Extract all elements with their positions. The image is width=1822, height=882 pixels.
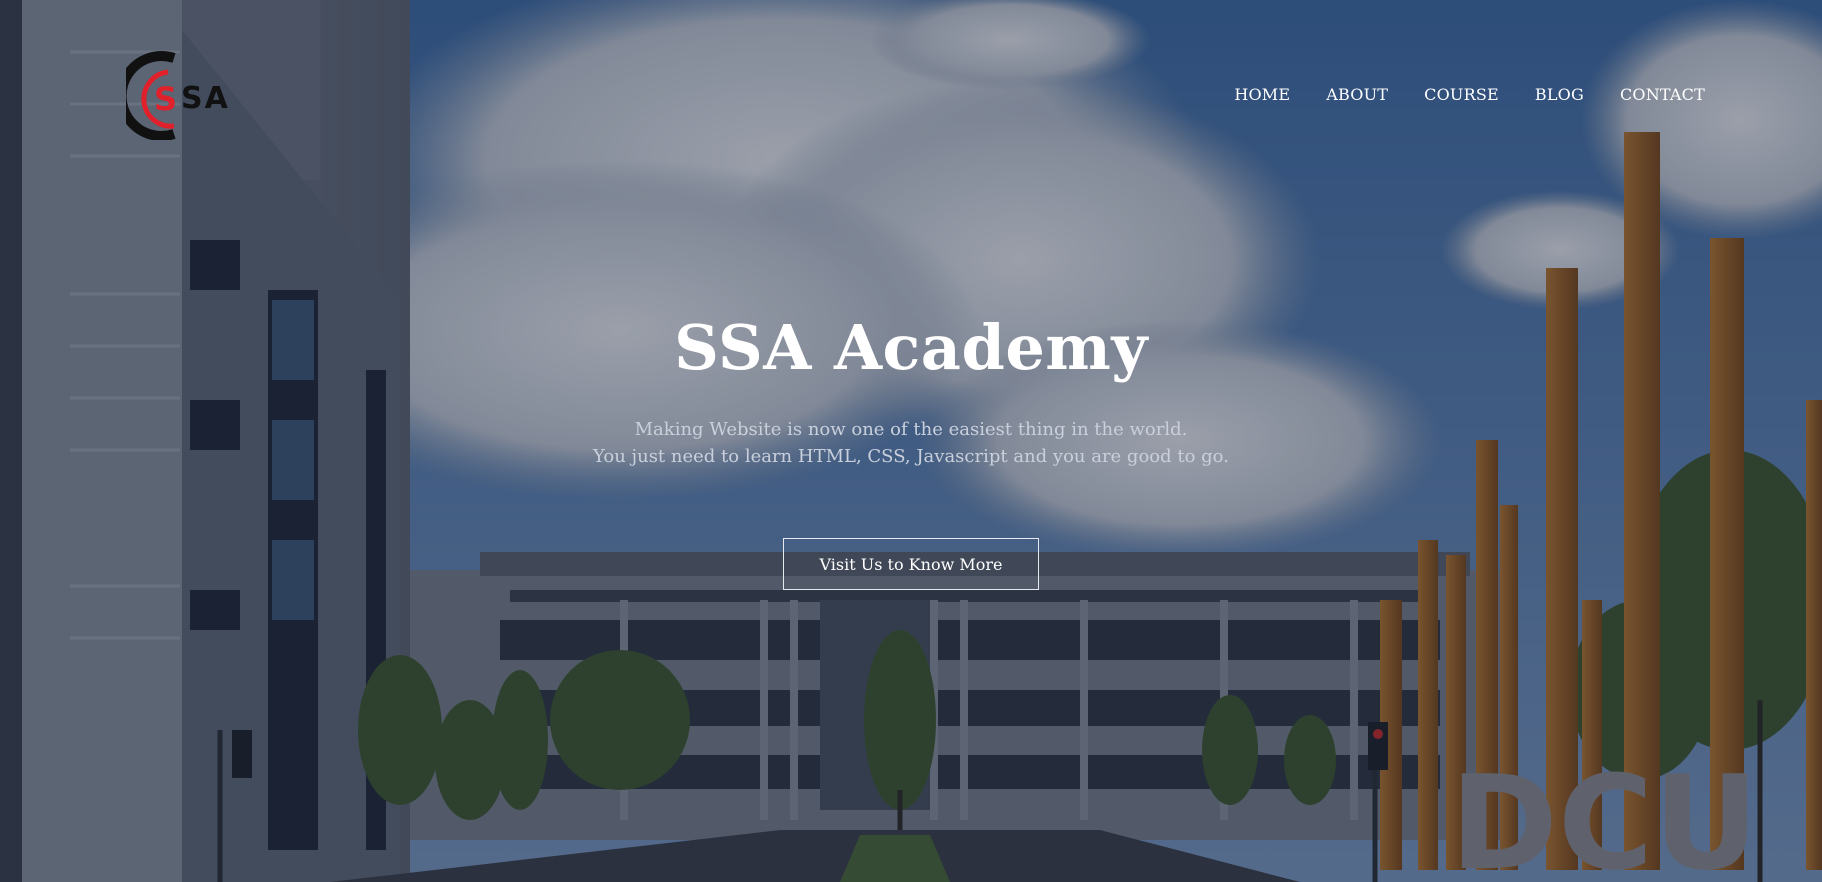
hero-subtitle-line-1: Making Website is now one of the easiest… [634, 419, 1188, 440]
nav-about[interactable]: ABOUT [1326, 85, 1388, 104]
nav-home[interactable]: HOME [1234, 85, 1290, 104]
hero-section: DCU S SA HOME ABOUT COURSE BLOG CONTACT … [0, 0, 1822, 882]
logo-letter-s: S [154, 80, 177, 118]
main-nav: HOME ABOUT COURSE BLOG CONTACT [1198, 85, 1705, 104]
nav-course[interactable]: COURSE [1424, 85, 1499, 104]
hero-subtitle-line-2: You just need to learn HTML, CSS, Javasc… [593, 446, 1229, 467]
hero-subtitle: Making Website is now one of the easiest… [0, 416, 1822, 470]
nav-blog[interactable]: BLOG [1535, 85, 1584, 104]
ssa-logo[interactable]: S SA [126, 50, 262, 140]
hero-content: SSA Academy Making Website is now one of… [0, 310, 1822, 590]
nav-contact[interactable]: CONTACT [1620, 85, 1705, 104]
logo-letters-sa: SA [181, 81, 230, 116]
visit-us-button[interactable]: Visit Us to Know More [783, 538, 1039, 590]
hero-title: SSA Academy [674, 311, 1148, 384]
